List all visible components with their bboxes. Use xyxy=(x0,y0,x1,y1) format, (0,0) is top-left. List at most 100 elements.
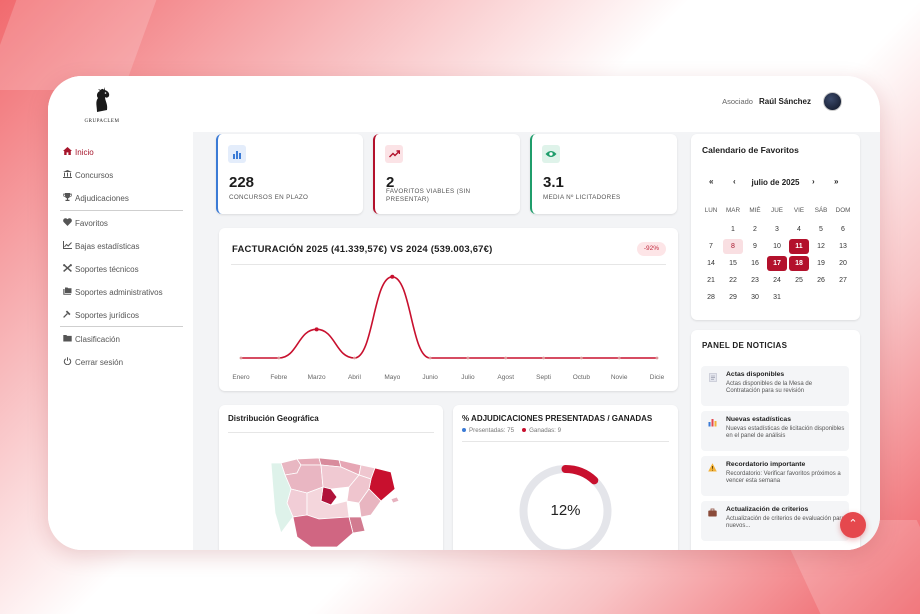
calendar-day[interactable]: 11 xyxy=(789,239,809,254)
calendar-day[interactable]: 7 xyxy=(701,239,721,254)
data-point[interactable] xyxy=(617,356,621,360)
sidebar-item-favoritos[interactable]: Favoritos xyxy=(63,218,108,228)
main-content: 228 CONCURSOS EN PLAZO 2 FAVORITOS VIABL… xyxy=(193,132,880,550)
weekday-header: LUN xyxy=(704,207,718,214)
calendar-day[interactable]: 18 xyxy=(789,256,809,271)
calendar-day[interactable]: 21 xyxy=(701,273,721,288)
sidebar-item-soportes-administrativos[interactable]: Soportes administrativos xyxy=(63,287,163,297)
chart-line-icon xyxy=(63,241,72,251)
stat-card-favoritos[interactable]: 2 FAVORITOS VIABLES (SIN PRESENTAR) xyxy=(373,134,520,214)
calendar-day[interactable]: 26 xyxy=(811,273,831,288)
calendar-day[interactable]: 16 xyxy=(745,256,765,271)
logo[interactable]: GRUPACLEM xyxy=(82,86,122,126)
calendar-day[interactable]: 10 xyxy=(767,239,787,254)
news-item[interactable]: Recordatorio importante Recordatorio: Ve… xyxy=(701,456,849,496)
data-point[interactable] xyxy=(239,356,243,360)
calendar-day[interactable]: 4 xyxy=(789,222,809,237)
calendar-day[interactable]: 20 xyxy=(833,256,853,271)
map-region[interactable] xyxy=(292,514,354,548)
sidebar-item-soportes-juridicos[interactable]: Soportes jurídicos xyxy=(63,310,139,320)
calendar-day[interactable]: 25 xyxy=(789,273,809,288)
geo-distribution-card: Distribución Geográfica xyxy=(219,405,443,550)
news-item[interactable]: Actas disponibles Actas disponibles de l… xyxy=(701,366,849,406)
calendar-day[interactable]: 9 xyxy=(745,239,765,254)
calendar-day[interactable]: 6 xyxy=(833,222,853,237)
map-region-islands[interactable] xyxy=(390,496,400,504)
top-bar: GRUPACLEM Asociado Raúl Sánchez xyxy=(48,76,880,132)
map-region[interactable] xyxy=(296,457,322,466)
calendar-day[interactable]: 1 xyxy=(723,222,743,237)
calendar-day[interactable]: 5 xyxy=(811,222,831,237)
folders-icon xyxy=(63,287,72,297)
news-item-text: Actas disponibles de la Mesa de Contrata… xyxy=(726,381,813,395)
calendar-day[interactable]: 22 xyxy=(723,273,743,288)
power-icon xyxy=(63,357,72,367)
sidebar-item-concursos[interactable]: Concursos xyxy=(63,170,113,180)
calendar-day[interactable]: 29 xyxy=(723,290,743,305)
next-month-button[interactable]: › xyxy=(812,177,815,186)
calendar-title: Calendario de Favoritos xyxy=(702,145,799,155)
sidebar-item-cerrar-sesion[interactable]: Cerrar sesión xyxy=(63,357,123,367)
calendar-day[interactable]: 19 xyxy=(811,256,831,271)
calendar-day[interactable]: 2 xyxy=(745,222,765,237)
news-item-title: Recordatorio importante xyxy=(726,461,806,468)
news-item[interactable]: Actualización de criterios Actualización… xyxy=(701,501,849,541)
calendar-grid: LUN MAR MIÉ JUE VIE SÁB DOM 1 2 3 4 5 6 7 8 9 10 11 12 13 14… xyxy=(700,204,854,306)
sidebar: Inicio Concursos Adjudicaciones Favorito… xyxy=(48,132,193,550)
tools-icon xyxy=(63,264,72,274)
x-tick-label: Mayo xyxy=(384,374,400,381)
donut-arc-won[interactable] xyxy=(561,465,599,485)
user-name: Raúl Sánchez xyxy=(758,97,811,106)
calendar-day[interactable]: 28 xyxy=(701,290,721,305)
news-item-title: Actas disponibles xyxy=(726,371,785,378)
x-tick-label: Febre xyxy=(270,374,287,381)
home-icon xyxy=(63,147,72,157)
horse-logo-icon xyxy=(96,87,110,112)
data-point[interactable] xyxy=(353,356,356,360)
calendar-day[interactable]: 13 xyxy=(833,239,853,254)
data-point[interactable] xyxy=(314,327,319,332)
prev-month-button[interactable]: ‹ xyxy=(733,177,736,186)
scroll-top-button[interactable]: ⌃ xyxy=(840,512,866,538)
calendar-day[interactable]: 31 xyxy=(767,290,787,305)
calendar-day[interactable]: 3 xyxy=(767,222,787,237)
user-menu[interactable]: Asociado Raúl Sánchez xyxy=(722,92,842,111)
prev-year-button[interactable]: « xyxy=(709,177,713,186)
calendar-blank xyxy=(700,221,722,238)
data-point[interactable] xyxy=(428,356,432,360)
data-point[interactable] xyxy=(277,356,281,360)
calendar-day[interactable]: 8 xyxy=(723,239,743,254)
data-point[interactable] xyxy=(542,356,545,360)
calendar-day[interactable]: 14 xyxy=(701,256,721,271)
calendar-day[interactable]: 30 xyxy=(745,290,765,305)
sidebar-item-bajas[interactable]: Bajas estadísticas xyxy=(63,241,139,251)
stat-card-licitadores[interactable]: 3.1 MEDIA Nº LICITADORES xyxy=(530,134,677,214)
x-tick-label: Enero xyxy=(232,374,250,381)
x-tick-label: Dicie xyxy=(650,374,665,381)
news-title: PANEL DE NOTICIAS xyxy=(702,341,788,350)
data-point[interactable] xyxy=(579,356,583,360)
calendar-day[interactable]: 27 xyxy=(833,273,853,288)
sidebar-item-inicio[interactable]: Inicio xyxy=(63,147,94,157)
next-year-button[interactable]: » xyxy=(834,177,838,186)
calendar-day[interactable]: 23 xyxy=(745,273,765,288)
folder-icon xyxy=(63,334,72,344)
avatar[interactable] xyxy=(823,92,842,111)
calendar-day[interactable]: 12 xyxy=(811,239,831,254)
calendar-day[interactable]: 24 xyxy=(767,273,787,288)
weekday-header: VIE xyxy=(793,207,805,214)
news-item-text: Recordatorio: Verificar favoritos próxim… xyxy=(726,471,841,485)
calendar-day[interactable]: 17 xyxy=(767,256,787,271)
sidebar-item-clasificacion[interactable]: Clasificación xyxy=(63,334,120,344)
data-point[interactable] xyxy=(655,356,659,360)
x-tick-label: Novie xyxy=(611,374,628,381)
stat-card-concursos[interactable]: 228 CONCURSOS EN PLAZO xyxy=(216,134,363,214)
data-point[interactable] xyxy=(504,356,508,360)
news-item[interactable]: Nuevas estadísticas Nuevas estadísticas … xyxy=(701,411,849,451)
sidebar-item-adjudicaciones[interactable]: Adjudicaciones xyxy=(63,193,129,203)
sidebar-item-soportes-tecnicos[interactable]: Soportes técnicos xyxy=(63,264,139,274)
calendar-day[interactable]: 15 xyxy=(723,256,743,271)
x-tick-label: Octub xyxy=(573,374,591,381)
data-point[interactable] xyxy=(466,356,470,360)
data-point[interactable] xyxy=(390,274,395,279)
